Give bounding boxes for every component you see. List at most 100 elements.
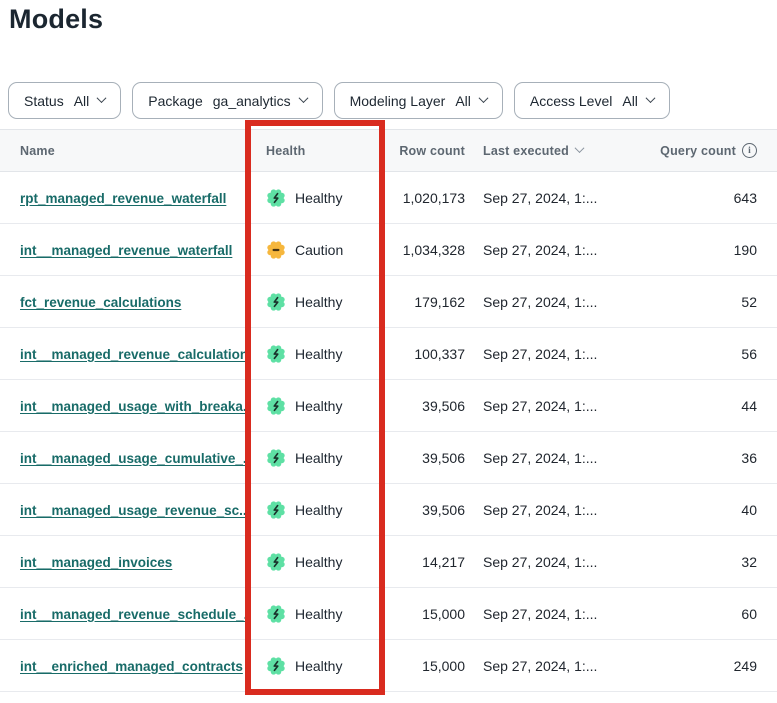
table-row: int__managed_usage_cumulative_... Health…: [0, 432, 777, 484]
query-count: 44: [656, 398, 777, 414]
row-count: 15,000: [384, 606, 470, 622]
health-healthy-icon: [266, 552, 286, 572]
row-count: 39,506: [384, 450, 470, 466]
health-healthy-icon: [266, 448, 286, 468]
model-link[interactable]: int__enriched_managed_contracts: [20, 659, 243, 674]
filter-label: Package: [148, 93, 202, 109]
filter-label: Access Level: [530, 93, 612, 109]
filter-value: All: [455, 93, 471, 109]
last-executed: Sep 27, 2024, 1:...: [470, 450, 656, 466]
health-label: Healthy: [295, 606, 342, 622]
health-healthy-icon: [266, 188, 286, 208]
row-count: 100,337: [384, 346, 470, 362]
column-header-health: Health: [246, 144, 384, 158]
chevron-down-icon: [97, 93, 107, 103]
column-header-row-count: Row count: [384, 144, 470, 158]
model-link[interactable]: rpt_managed_revenue_waterfall: [20, 191, 226, 206]
model-link[interactable]: int__managed_usage_revenue_sc...: [20, 503, 246, 518]
table-body: rpt_managed_revenue_waterfall Healthy 1,…: [0, 172, 777, 692]
filter-bar: Status All Package ga_analytics Modeling…: [8, 82, 670, 119]
chevron-down-icon: [298, 93, 308, 103]
table-row: int__managed_revenue_calculations Health…: [0, 328, 777, 380]
column-header-last-executed[interactable]: Last executed: [470, 144, 656, 158]
info-icon[interactable]: i: [742, 143, 757, 158]
health-label: Healthy: [295, 190, 342, 206]
table-row: int__managed_revenue_waterfall Caution 1…: [0, 224, 777, 276]
model-link[interactable]: int__managed_revenue_waterfall: [20, 243, 232, 258]
health-caution-icon: [266, 240, 286, 260]
model-link[interactable]: int__managed_revenue_schedule_...: [20, 607, 246, 622]
model-link[interactable]: int__managed_usage_cumulative_...: [20, 451, 246, 466]
model-link[interactable]: int__managed_invoices: [20, 555, 172, 570]
health-label: Caution: [295, 242, 343, 258]
page-title: Models: [9, 4, 103, 35]
filter-value: ga_analytics: [213, 93, 291, 109]
table-row: int__managed_usage_revenue_sc... Healthy…: [0, 484, 777, 536]
table-header-row: Name Health Row count Last executed Quer…: [0, 129, 777, 172]
row-count: 39,506: [384, 502, 470, 518]
row-count: 179,162: [384, 294, 470, 310]
filter-status[interactable]: Status All: [8, 82, 121, 119]
last-executed: Sep 27, 2024, 1:...: [470, 294, 656, 310]
table-row: rpt_managed_revenue_waterfall Healthy 1,…: [0, 172, 777, 224]
models-table: Name Health Row count Last executed Quer…: [0, 129, 777, 692]
query-count: 60: [656, 606, 777, 622]
sort-chevron-down-icon[interactable]: [575, 143, 585, 153]
health-healthy-icon: [266, 500, 286, 520]
table-row: int__managed_invoices Healthy 14,217 Sep…: [0, 536, 777, 588]
last-executed: Sep 27, 2024, 1:...: [470, 242, 656, 258]
table-row: int__managed_usage_with_breaka... Health…: [0, 380, 777, 432]
row-count: 15,000: [384, 658, 470, 674]
query-count: 249: [656, 658, 777, 674]
health-healthy-icon: [266, 604, 286, 624]
last-executed: Sep 27, 2024, 1:...: [470, 502, 656, 518]
query-count: 32: [656, 554, 777, 570]
last-executed: Sep 27, 2024, 1:...: [470, 346, 656, 362]
health-label: Healthy: [295, 554, 342, 570]
model-link[interactable]: int__managed_revenue_calculations: [20, 347, 246, 362]
chevron-down-icon: [645, 93, 655, 103]
model-link[interactable]: fct_revenue_calculations: [20, 295, 181, 310]
filter-package[interactable]: Package ga_analytics: [132, 82, 322, 119]
query-count: 52: [656, 294, 777, 310]
table-row: fct_revenue_calculations Healthy 179,162…: [0, 276, 777, 328]
model-link[interactable]: int__managed_usage_with_breaka...: [20, 399, 246, 414]
health-healthy-icon: [266, 292, 286, 312]
row-count: 1,034,328: [384, 242, 470, 258]
last-executed: Sep 27, 2024, 1:...: [470, 190, 656, 206]
last-executed: Sep 27, 2024, 1:...: [470, 606, 656, 622]
health-healthy-icon: [266, 396, 286, 416]
table-row: int__enriched_managed_contracts Healthy …: [0, 640, 777, 692]
health-label: Healthy: [295, 294, 342, 310]
query-count: 190: [656, 242, 777, 258]
filter-label: Status: [24, 93, 64, 109]
query-count: 36: [656, 450, 777, 466]
query-count: 56: [656, 346, 777, 362]
column-header-query-count: Query count i: [656, 143, 777, 158]
health-label: Healthy: [295, 346, 342, 362]
filter-value: All: [74, 93, 90, 109]
table-row: int__managed_revenue_schedule_... Health…: [0, 588, 777, 640]
chevron-down-icon: [478, 93, 488, 103]
filter-label: Modeling Layer: [350, 93, 446, 109]
column-header-last-executed-label: Last executed: [483, 144, 569, 158]
filter-access-level[interactable]: Access Level All: [514, 82, 670, 119]
column-header-query-count-label: Query count: [660, 144, 736, 158]
filter-value: All: [622, 93, 638, 109]
last-executed: Sep 27, 2024, 1:...: [470, 398, 656, 414]
health-healthy-icon: [266, 656, 286, 676]
filter-modeling-layer[interactable]: Modeling Layer All: [334, 82, 503, 119]
column-header-name: Name: [0, 144, 246, 158]
row-count: 1,020,173: [384, 190, 470, 206]
health-label: Healthy: [295, 450, 342, 466]
last-executed: Sep 27, 2024, 1:...: [470, 554, 656, 570]
health-healthy-icon: [266, 344, 286, 364]
row-count: 14,217: [384, 554, 470, 570]
health-label: Healthy: [295, 658, 342, 674]
row-count: 39,506: [384, 398, 470, 414]
health-label: Healthy: [295, 398, 342, 414]
last-executed: Sep 27, 2024, 1:...: [470, 658, 656, 674]
query-count: 643: [656, 190, 777, 206]
health-label: Healthy: [295, 502, 342, 518]
query-count: 40: [656, 502, 777, 518]
